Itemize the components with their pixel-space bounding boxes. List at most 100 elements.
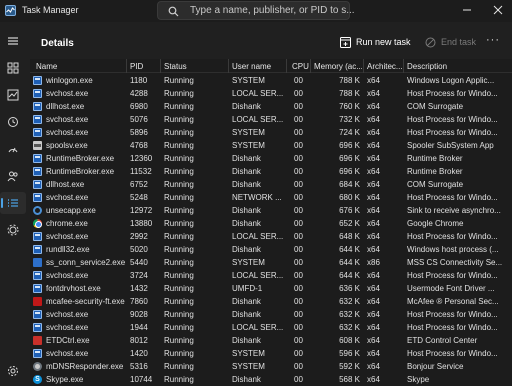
cell-architecture: x64 bbox=[367, 193, 380, 202]
performance-icon bbox=[7, 89, 19, 101]
table-row[interactable]: S Skype.exe 10744 Running Dishank 00 568 K x64 S… bbox=[30, 373, 512, 386]
table-row[interactable]: svchost.exe 3724 Running LOCAL SER... 00 644 … bbox=[30, 269, 512, 282]
cell-pid: 1944 bbox=[130, 323, 148, 332]
cell-pid: 2992 bbox=[130, 232, 148, 241]
nav-startup-apps[interactable] bbox=[0, 138, 26, 160]
cell-memory: 644 K bbox=[339, 258, 360, 267]
cell-memory: 676 K bbox=[339, 206, 360, 215]
end-task-label: End task bbox=[441, 37, 477, 47]
cell-name: svchost.exe bbox=[46, 271, 89, 280]
column-header-status[interactable]: Status bbox=[164, 62, 226, 71]
cell-user-name: Dishank bbox=[232, 245, 261, 254]
column-divider[interactable] bbox=[126, 59, 127, 73]
table-row[interactable]: svchost.exe 2992 Running LOCAL SER... 00 648 … bbox=[30, 230, 512, 243]
cell-architecture: x64 bbox=[367, 128, 380, 137]
table-row[interactable]: mcafee-security-ft.exe 7860 Running Dishank… bbox=[30, 295, 512, 308]
column-divider[interactable] bbox=[286, 59, 287, 73]
table-row[interactable]: svchost.exe 5896 Running SYSTEM 00 724 K x64 Ho… bbox=[30, 126, 512, 139]
table-row[interactable]: svchost.exe 1944 Running LOCAL SER... 00 632 … bbox=[30, 321, 512, 334]
column-header-name[interactable]: Name bbox=[36, 62, 126, 71]
nav-settings[interactable] bbox=[0, 360, 26, 382]
table-row[interactable]: mDNSResponder.exe 5316 Running SYSTEM 00 592 … bbox=[30, 360, 512, 373]
cell-name: RuntimeBroker.exe bbox=[46, 154, 115, 163]
column-divider[interactable] bbox=[228, 59, 229, 73]
table-row[interactable]: winlogon.exe 1180 Running SYSTEM 00 788 K x64 W… bbox=[30, 74, 512, 87]
table-row[interactable]: unsecapp.exe 12972 Running Dishank 00 676 K x6… bbox=[30, 204, 512, 217]
column-header-architecture[interactable]: Architec... bbox=[367, 62, 405, 71]
cell-user-name: SYSTEM bbox=[232, 349, 265, 358]
table-row[interactable]: svchost.exe 1420 Running SYSTEM 00 596 K x64 Ho… bbox=[30, 347, 512, 360]
table-row[interactable]: svchost.exe 5076 Running LOCAL SER... 00 732 … bbox=[30, 113, 512, 126]
nav-services[interactable] bbox=[0, 219, 26, 241]
cell-memory: 568 K bbox=[339, 375, 360, 384]
cell-user-name: LOCAL SER... bbox=[232, 232, 284, 241]
table-row[interactable]: svchost.exe 4288 Running LOCAL SER... 00 788 … bbox=[30, 87, 512, 100]
cell-status: Running bbox=[164, 128, 194, 137]
cell-description: Google Chrome bbox=[407, 219, 464, 228]
process-icon bbox=[33, 154, 42, 163]
table-row[interactable]: svchost.exe 9028 Running Dishank 00 632 K x64 H… bbox=[30, 308, 512, 321]
cell-cpu: 00 bbox=[294, 336, 303, 345]
column-header-cpu[interactable]: CPU bbox=[292, 62, 310, 71]
table-row[interactable]: ETDCtrl.exe 8012 Running Dishank 00 608 K x64 E… bbox=[30, 334, 512, 347]
nav-processes[interactable] bbox=[0, 57, 26, 79]
table-row[interactable]: ss_conn_service2.exe 5440 Running SYSTEM 00 6… bbox=[30, 256, 512, 269]
cell-cpu: 00 bbox=[294, 284, 303, 293]
cell-memory: 696 K bbox=[339, 154, 360, 163]
column-divider[interactable] bbox=[310, 59, 311, 73]
minimize-button[interactable] bbox=[453, 0, 481, 20]
cell-architecture: x64 bbox=[367, 167, 380, 176]
table-row[interactable]: svchost.exe 5248 Running NETWORK ... 00 680 K… bbox=[30, 191, 512, 204]
table-row[interactable]: spoolsv.exe 4768 Running SYSTEM 00 696 K x64 Sp… bbox=[30, 139, 512, 152]
cell-memory: 644 K bbox=[339, 271, 360, 280]
cell-pid: 12360 bbox=[130, 154, 153, 163]
hamburger-menu-button[interactable] bbox=[0, 30, 26, 52]
nav-users[interactable] bbox=[0, 165, 26, 187]
cell-description: Host Process for Windo... bbox=[407, 232, 498, 241]
more-options-button[interactable]: ··· bbox=[486, 34, 500, 46]
close-button[interactable] bbox=[484, 0, 512, 20]
cell-description: Runtime Broker bbox=[407, 167, 463, 176]
cell-cpu: 00 bbox=[294, 271, 303, 280]
search-box[interactable]: Type a name, publisher, or PID to s... bbox=[157, 1, 355, 20]
run-new-task-button[interactable]: Run new task bbox=[340, 34, 411, 50]
table-row[interactable]: dllhost.exe 6752 Running Dishank 00 684 K x64 C… bbox=[30, 178, 512, 191]
table-row[interactable]: RuntimeBroker.exe 11532 Running Dishank 00 69… bbox=[30, 165, 512, 178]
table-row[interactable]: RuntimeBroker.exe 12360 Running Dishank 00 69… bbox=[30, 152, 512, 165]
column-header-user-name[interactable]: User name bbox=[232, 62, 284, 71]
table-row[interactable]: fontdrvhost.exe 1432 Running UMFD-1 00 636 K x… bbox=[30, 282, 512, 295]
run-new-task-label: Run new task bbox=[356, 37, 411, 47]
cell-pid: 10744 bbox=[130, 375, 153, 384]
nav-details[interactable] bbox=[0, 192, 26, 214]
cell-status: Running bbox=[164, 89, 194, 98]
cell-name: fontdrvhost.exe bbox=[46, 284, 101, 293]
column-header-pid[interactable]: PID bbox=[130, 62, 160, 71]
table-row[interactable]: rundll32.exe 5020 Running Dishank 00 644 K x64… bbox=[30, 243, 512, 256]
cell-memory: 680 K bbox=[339, 193, 360, 202]
app-title: Task Manager bbox=[22, 5, 79, 15]
cell-user-name: Dishank bbox=[232, 102, 261, 111]
column-divider[interactable] bbox=[363, 59, 364, 73]
nav-performance[interactable] bbox=[0, 84, 26, 106]
cell-description: Skype bbox=[407, 375, 430, 384]
cell-architecture: x64 bbox=[367, 284, 380, 293]
cell-status: Running bbox=[164, 375, 194, 384]
column-header-description[interactable]: Description bbox=[407, 62, 507, 71]
nav-app-history[interactable] bbox=[0, 111, 26, 133]
cell-status: Running bbox=[164, 76, 194, 85]
column-header-memory[interactable]: Memory (ac... bbox=[314, 62, 362, 71]
column-divider[interactable] bbox=[160, 59, 161, 73]
cell-architecture: x64 bbox=[367, 349, 380, 358]
cell-cpu: 00 bbox=[294, 219, 303, 228]
end-task-button[interactable]: End task bbox=[425, 34, 476, 50]
table-row[interactable]: dllhost.exe 6980 Running Dishank 00 760 K x64 C… bbox=[30, 100, 512, 113]
table-row[interactable]: chrome.exe 13880 Running Dishank 00 652 K x64 G… bbox=[30, 217, 512, 230]
column-divider[interactable] bbox=[403, 59, 404, 73]
process-icon bbox=[33, 219, 42, 228]
cell-status: Running bbox=[164, 102, 194, 111]
cell-name: svchost.exe bbox=[46, 323, 89, 332]
cell-description: Host Process for Windo... bbox=[407, 193, 498, 202]
cell-memory: 684 K bbox=[339, 180, 360, 189]
cell-architecture: x64 bbox=[367, 206, 380, 215]
search-input[interactable]: Type a name, publisher, or PID to s... bbox=[190, 5, 355, 16]
